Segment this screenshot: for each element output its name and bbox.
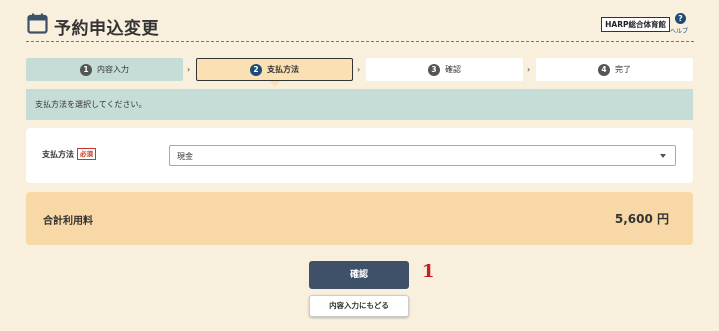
step-label: 内容入力	[97, 65, 129, 74]
payment-form-card: 支払方法 必須 現金	[26, 128, 693, 183]
back-to-input-button[interactable]: 内容入力にもどる	[309, 295, 409, 317]
step-label: 確認	[445, 65, 461, 74]
step-separator: ›	[527, 65, 531, 74]
help-icon: ?	[675, 13, 686, 24]
page-title: 予約申込変更	[54, 19, 159, 39]
step-number: 2	[250, 63, 262, 76]
step-payment-method: 2 支払方法	[196, 58, 353, 87]
payment-method-label-text: 支払方法	[42, 149, 74, 159]
step-content-input: 1 内容入力	[26, 58, 183, 81]
step-separator: ›	[187, 65, 191, 74]
info-message: 支払方法を選択してください。	[26, 89, 693, 120]
total-fee-panel: 合計利用料 5,600 円	[26, 192, 693, 245]
payment-method-label: 支払方法 必須	[42, 148, 96, 160]
step-label: 支払方法	[267, 65, 299, 74]
step-number: 3	[428, 63, 440, 76]
required-badge: 必須	[77, 148, 96, 160]
step-label: 完了	[615, 65, 631, 74]
step-separator: ›	[357, 65, 361, 74]
facility-name: HARP総合体育館	[601, 17, 670, 32]
page-header: 予約申込変更 HARP総合体育館 ? ヘルプ	[26, 10, 694, 42]
calendar-icon	[27, 13, 48, 34]
payment-method-value: 現金	[177, 152, 193, 161]
help-link[interactable]: ? ヘルプ	[670, 13, 694, 35]
annotation-marker: 1	[422, 261, 435, 282]
step-number: 4	[598, 63, 610, 76]
total-fee-label: 合計利用料	[43, 216, 93, 227]
step-complete: 4 完了	[536, 58, 693, 81]
chevron-down-icon	[660, 154, 666, 158]
confirm-button[interactable]: 確認	[309, 261, 409, 289]
help-label: ヘルプ	[670, 28, 689, 35]
total-fee-value: 5,600 円	[614, 212, 669, 226]
payment-method-select[interactable]: 現金	[169, 145, 676, 166]
step-number: 1	[80, 63, 92, 76]
step-confirm: 3 確認	[366, 58, 523, 81]
